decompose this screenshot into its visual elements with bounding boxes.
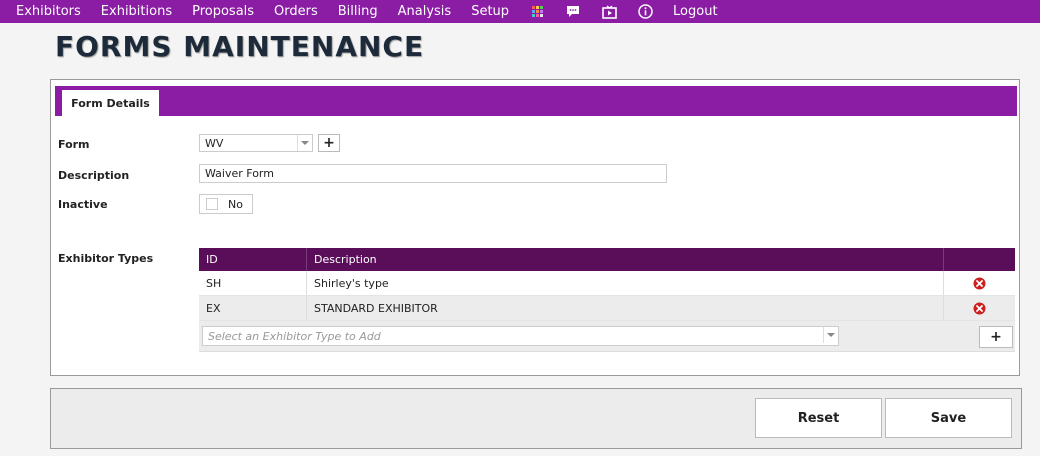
- top-navbar: Exhibitors Exhibitions Proposals Orders …: [0, 0, 1040, 23]
- form-select[interactable]: WV: [199, 134, 313, 152]
- header-actions: [944, 248, 1015, 271]
- delete-icon[interactable]: [973, 277, 986, 290]
- table-row: SH Shirley's type: [199, 271, 1015, 296]
- tab-bar: Form Details: [55, 86, 1017, 116]
- add-form-button[interactable]: +: [318, 134, 340, 152]
- form-label: Form: [58, 138, 90, 151]
- inactive-checkbox[interactable]: [206, 198, 218, 210]
- grid-icon[interactable]: [529, 4, 545, 20]
- chevron-down-icon[interactable]: [823, 327, 838, 343]
- description-input[interactable]: Waiver Form: [199, 164, 667, 183]
- nav-exhibitors[interactable]: Exhibitors: [16, 0, 81, 23]
- row-id: EX: [199, 296, 307, 320]
- nav-exhibitions[interactable]: Exhibitions: [101, 0, 172, 23]
- chevron-down-icon[interactable]: [297, 135, 312, 151]
- add-exhibitor-type-row: Select an Exhibitor Type to Add +: [199, 321, 1015, 352]
- nav-analysis[interactable]: Analysis: [398, 0, 452, 23]
- header-description: Description: [307, 248, 944, 271]
- exhibitor-types-grid: ID Description SH Shirley's type EX STAN…: [199, 248, 1015, 352]
- row-actions: [944, 296, 1015, 320]
- add-exhibitor-type-button[interactable]: +: [979, 326, 1013, 348]
- nav-logout[interactable]: Logout: [673, 0, 718, 23]
- table-row: EX STANDARD EXHIBITOR: [199, 296, 1015, 321]
- action-footer: Reset Save: [50, 388, 1022, 449]
- delete-icon[interactable]: [973, 302, 986, 315]
- exhibitor-type-select[interactable]: Select an Exhibitor Type to Add: [202, 326, 839, 346]
- nav-billing[interactable]: Billing: [338, 0, 378, 23]
- chat-icon[interactable]: [565, 4, 581, 20]
- grid-header: ID Description: [199, 248, 1015, 271]
- save-button[interactable]: Save: [885, 398, 1012, 438]
- reset-button[interactable]: Reset: [755, 398, 882, 438]
- exhibitor-type-placeholder: Select an Exhibitor Type to Add: [208, 329, 381, 343]
- row-description: Shirley's type: [307, 271, 944, 295]
- row-actions: [944, 271, 1015, 295]
- form-panel: Form Details Form WV + Description Waive…: [50, 79, 1020, 376]
- description-label: Description: [58, 169, 130, 182]
- info-icon[interactable]: [637, 4, 653, 20]
- row-description: STANDARD EXHIBITOR: [307, 296, 944, 320]
- inactive-toggle[interactable]: No: [199, 194, 253, 214]
- form-select-value: WV: [205, 136, 224, 150]
- header-id: ID: [199, 248, 307, 271]
- row-id: SH: [199, 271, 307, 295]
- nav-setup[interactable]: Setup: [471, 0, 509, 23]
- inactive-value: No: [228, 197, 243, 211]
- inactive-label: Inactive: [58, 198, 108, 211]
- nav-proposals[interactable]: Proposals: [192, 0, 254, 23]
- nav-orders[interactable]: Orders: [274, 0, 318, 23]
- page-title: FORMS MAINTENANCE: [55, 30, 425, 63]
- media-icon[interactable]: [601, 4, 617, 20]
- exhibitor-types-label: Exhibitor Types: [58, 252, 154, 265]
- tab-form-details[interactable]: Form Details: [62, 90, 159, 116]
